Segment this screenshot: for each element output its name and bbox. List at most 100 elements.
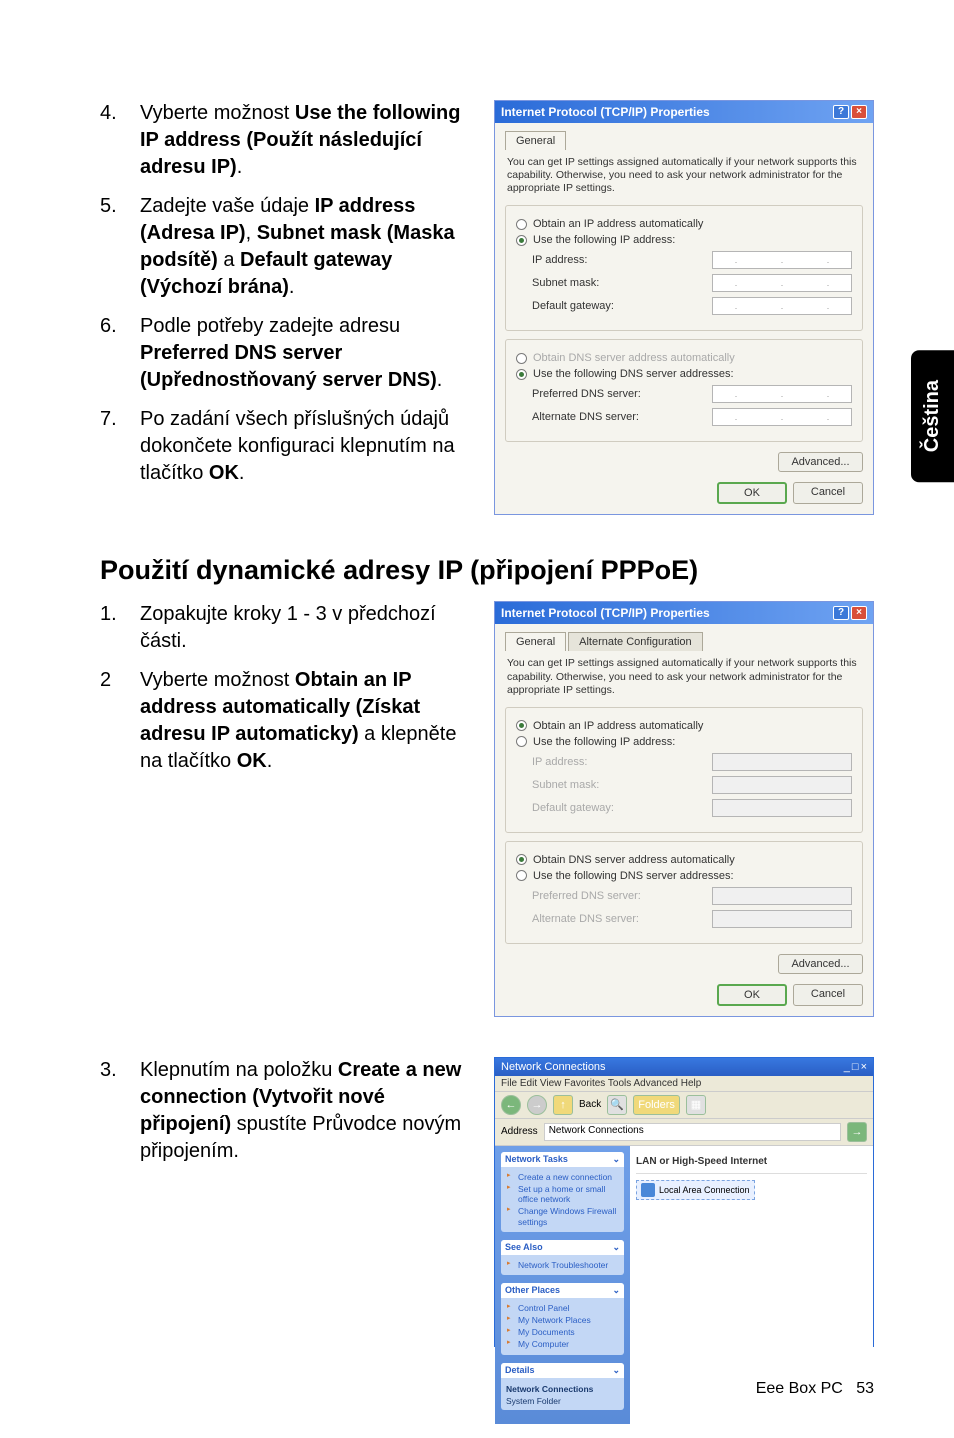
network-connections-window: Network Connections _ □ × File Edit View… <box>494 1057 874 1347</box>
category-lan: LAN or High-Speed Internet <box>636 1152 867 1171</box>
dialog-title: Internet Protocol (TCP/IP) Properties <box>501 105 710 119</box>
address-bar[interactable]: Network Connections <box>544 1123 841 1141</box>
details-panel: Details⌄ Network Connections System Fold… <box>501 1363 624 1410</box>
close-icon[interactable]: × <box>861 1061 867 1073</box>
instruction-step: 4.Vyberte možnost Use the following IP a… <box>100 100 474 181</box>
subnet-mask-input <box>712 776 852 794</box>
ip-address-input <box>712 753 852 771</box>
dialog-title-bar: Internet Protocol (TCP/IP) Properties ? … <box>495 602 873 624</box>
task-setup-home[interactable]: Set up a home or small office network <box>506 1183 619 1205</box>
forward-button: → <box>527 1095 547 1115</box>
lan-icon <box>641 1183 655 1197</box>
instruction-step: 5.Zadejte vaše údaje IP address (Adresa … <box>100 193 474 301</box>
radio-use-ip[interactable] <box>516 235 527 246</box>
help-icon[interactable]: ? <box>833 606 849 620</box>
radio-use-ip[interactable] <box>516 736 527 747</box>
step-number: 2 <box>100 667 140 775</box>
step-text: Vyberte možnost Use the following IP add… <box>140 100 474 181</box>
radio-obtain-ip[interactable] <box>516 720 527 731</box>
ok-button[interactable]: OK <box>717 984 787 1006</box>
see-also-panel: See Also⌄ Network Troubleshooter <box>501 1240 624 1275</box>
step-number: 5. <box>100 193 140 301</box>
radio-obtain-dns <box>516 353 527 364</box>
maximize-icon[interactable]: □ <box>852 1061 859 1073</box>
ok-button[interactable]: OK <box>717 482 787 504</box>
radio-use-dns[interactable] <box>516 369 527 380</box>
collapse-icon[interactable]: ⌄ <box>612 1242 620 1253</box>
instruction-list-1: 4.Vyberte možnost Use the following IP a… <box>100 100 474 487</box>
instruction-step: 3.Klepnutím na položku Create a new conn… <box>100 1057 474 1165</box>
language-tab: Čeština <box>911 350 954 482</box>
instruction-step: 2Vyberte možnost Obtain an IP address au… <box>100 667 474 775</box>
step-text: Vyberte možnost Obtain an IP address aut… <box>140 667 474 775</box>
alternate-dns-input[interactable]: ... <box>712 408 852 426</box>
instruction-list-2: 1.Zopakujte kroky 1 - 3 v předchozí část… <box>100 601 474 775</box>
section-heading-pppoe: Použití dynamické adresy IP (připojení P… <box>100 555 874 586</box>
tcpip-dialog-static: Internet Protocol (TCP/IP) Properties ? … <box>494 100 874 515</box>
ip-address-input[interactable]: ... <box>712 251 852 269</box>
up-button[interactable]: ↑ <box>553 1095 573 1115</box>
radio-use-dns[interactable] <box>516 870 527 881</box>
close-icon[interactable]: × <box>851 105 867 119</box>
step-number: 4. <box>100 100 140 181</box>
gateway-input <box>712 799 852 817</box>
collapse-icon[interactable]: ⌄ <box>612 1154 620 1165</box>
other-documents[interactable]: My Documents <box>506 1326 619 1338</box>
tab-alternate[interactable]: Alternate Configuration <box>568 632 703 651</box>
views-icon[interactable]: ▦ <box>686 1095 706 1115</box>
minimize-icon[interactable]: _ <box>844 1061 850 1073</box>
step-number: 3. <box>100 1057 140 1165</box>
step-text: Po zadání všech příslušných údajů dokonč… <box>140 406 474 487</box>
step-text: Podle potřeby zadejte adresu Preferred D… <box>140 313 474 394</box>
alternate-dns-input <box>712 910 852 928</box>
cancel-button[interactable]: Cancel <box>793 482 863 504</box>
gateway-input[interactable]: ... <box>712 297 852 315</box>
cancel-button[interactable]: Cancel <box>793 984 863 1006</box>
address-bar-row: Address Network Connections → <box>495 1119 873 1146</box>
back-button[interactable]: ← <box>501 1095 521 1115</box>
step-number: 6. <box>100 313 140 394</box>
folders-button[interactable]: Folders <box>633 1095 680 1115</box>
subnet-mask-input[interactable]: ... <box>712 274 852 292</box>
task-create-connection[interactable]: Create a new connection <box>506 1171 619 1183</box>
dialog-title: Internet Protocol (TCP/IP) Properties <box>501 606 710 620</box>
search-icon[interactable]: 🔍 <box>607 1095 627 1115</box>
network-tasks-panel: Network Tasks⌄ Create a new connection S… <box>501 1152 624 1232</box>
menu-bar[interactable]: File Edit View Favorites Tools Advanced … <box>495 1076 873 1092</box>
instruction-step: 1.Zopakujte kroky 1 - 3 v předchozí část… <box>100 601 474 655</box>
dialog-title-bar: Internet Protocol (TCP/IP) Properties ? … <box>495 101 873 123</box>
page-footer: Eee Box PC 53 <box>756 1380 874 1398</box>
radio-obtain-dns[interactable] <box>516 854 527 865</box>
other-control-panel[interactable]: Control Panel <box>506 1302 619 1314</box>
collapse-icon[interactable]: ⌄ <box>612 1285 620 1296</box>
go-button[interactable]: → <box>847 1122 867 1142</box>
collapse-icon[interactable]: ⌄ <box>612 1365 620 1376</box>
other-computer[interactable]: My Computer <box>506 1338 619 1350</box>
step-text: Zadejte vaše údaje IP address (Adresa IP… <box>140 193 474 301</box>
other-places-panel: Other Places⌄ Control Panel My Network P… <box>501 1283 624 1355</box>
step-text: Zopakujte kroky 1 - 3 v předchozí části. <box>140 601 474 655</box>
preferred-dns-input[interactable]: ... <box>712 385 852 403</box>
see-troubleshooter[interactable]: Network Troubleshooter <box>506 1259 619 1271</box>
tcpip-dialog-dhcp: Internet Protocol (TCP/IP) Properties ? … <box>494 601 874 1016</box>
radio-obtain-ip[interactable] <box>516 219 527 230</box>
task-firewall[interactable]: Change Windows Firewall settings <box>506 1205 619 1227</box>
instruction-step: 7.Po zadání všech příslušných údajů doko… <box>100 406 474 487</box>
advanced-button[interactable]: Advanced... <box>778 452 863 472</box>
window-title-bar: Network Connections _ □ × <box>495 1058 873 1076</box>
instruction-list-3: 3.Klepnutím na položku Create a new conn… <box>100 1057 474 1165</box>
advanced-button[interactable]: Advanced... <box>778 954 863 974</box>
tab-general[interactable]: General <box>505 131 566 150</box>
window-controls[interactable]: _ □ × <box>844 1061 867 1073</box>
other-network-places[interactable]: My Network Places <box>506 1314 619 1326</box>
step-text: Klepnutím na položku Create a new connec… <box>140 1057 474 1165</box>
tab-general[interactable]: General <box>505 632 566 651</box>
preferred-dns-input <box>712 887 852 905</box>
connection-lan[interactable]: Local Area Connection <box>636 1180 755 1200</box>
help-icon[interactable]: ? <box>833 105 849 119</box>
dialog-description: You can get IP settings assigned automat… <box>507 156 861 195</box>
close-icon[interactable]: × <box>851 606 867 620</box>
side-panel: Network Tasks⌄ Create a new connection S… <box>495 1146 630 1424</box>
step-number: 1. <box>100 601 140 655</box>
step-number: 7. <box>100 406 140 487</box>
